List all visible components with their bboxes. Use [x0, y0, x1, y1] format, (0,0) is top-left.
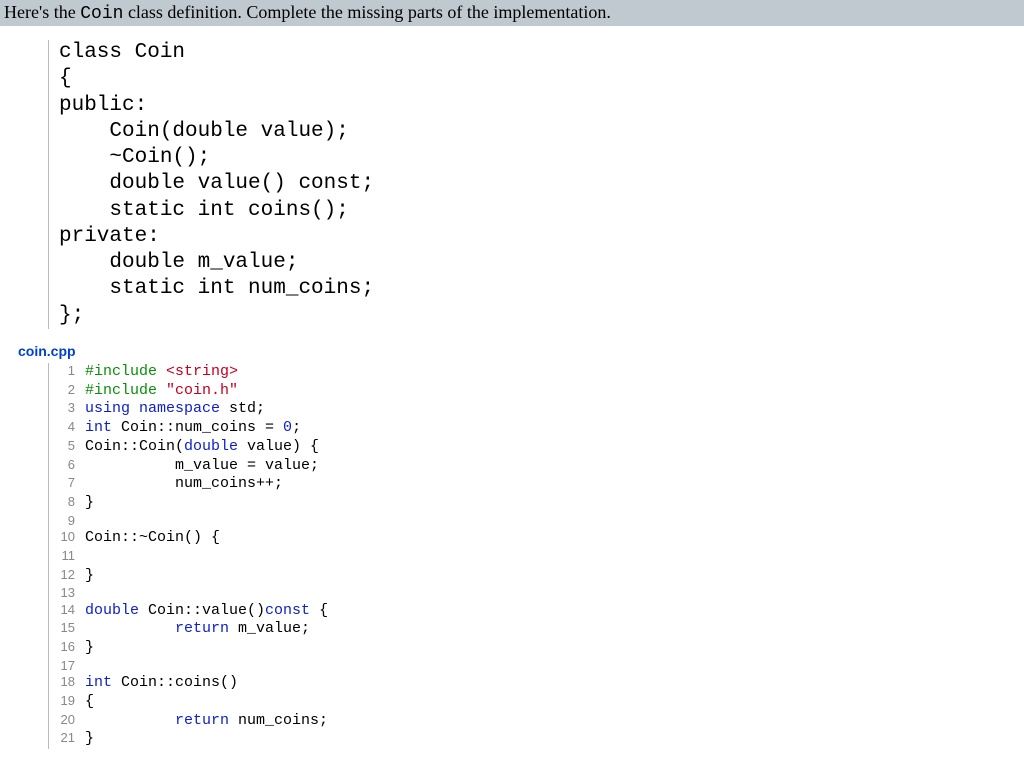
code-line[interactable]: 6 m_value = value;	[49, 457, 1024, 476]
line-number: 16	[49, 639, 85, 658]
line-number: 3	[49, 400, 85, 419]
code-line[interactable]: 11	[49, 548, 1024, 567]
code-line[interactable]: 7 num_coins++;	[49, 475, 1024, 494]
line-number: 18	[49, 674, 85, 693]
code-content[interactable]: #include "coin.h"	[85, 382, 238, 401]
line-number: 1	[49, 363, 85, 382]
code-line[interactable]: 1#include <string>	[49, 363, 1024, 382]
filename-label: coin.cpp	[18, 343, 1024, 359]
code-content[interactable]: num_coins++;	[85, 475, 283, 494]
line-number: 11	[49, 548, 85, 567]
code-line[interactable]: 18int Coin::coins()	[49, 674, 1024, 693]
code-editor[interactable]: 1#include <string>2#include "coin.h"3usi…	[48, 363, 1024, 749]
code-line[interactable]: 9	[49, 513, 1024, 529]
line-number: 5	[49, 438, 85, 457]
code-content[interactable]: m_value = value;	[85, 457, 319, 476]
code-content[interactable]: {	[85, 693, 94, 712]
code-content[interactable]: return m_value;	[85, 620, 310, 639]
code-line[interactable]: 12}	[49, 567, 1024, 586]
line-number: 6	[49, 457, 85, 476]
line-number: 9	[49, 513, 85, 529]
code-line[interactable]: 21}	[49, 730, 1024, 749]
code-line[interactable]: 19{	[49, 693, 1024, 712]
line-number: 12	[49, 567, 85, 586]
line-number: 2	[49, 382, 85, 401]
line-number: 20	[49, 712, 85, 731]
code-content[interactable]: }	[85, 567, 94, 586]
class-definition-block: class Coin { public: Coin(double value);…	[48, 40, 1024, 329]
code-content[interactable]: int Coin::coins()	[85, 674, 238, 693]
code-line[interactable]: 17	[49, 658, 1024, 674]
code-line[interactable]: 16}	[49, 639, 1024, 658]
code-content[interactable]: }	[85, 730, 94, 749]
line-number: 4	[49, 419, 85, 438]
code-line[interactable]: 5Coin::Coin(double value) {	[49, 438, 1024, 457]
code-content[interactable]: using namespace std;	[85, 400, 265, 419]
prompt-suffix: class definition. Complete the missing p…	[123, 2, 610, 22]
line-number: 8	[49, 494, 85, 513]
code-content[interactable]: return num_coins;	[85, 712, 328, 731]
line-number: 21	[49, 730, 85, 749]
line-number: 19	[49, 693, 85, 712]
code-line[interactable]: 15 return m_value;	[49, 620, 1024, 639]
code-content[interactable]: double Coin::value()const {	[85, 602, 328, 621]
code-line[interactable]: 4int Coin::num_coins = 0;	[49, 419, 1024, 438]
code-line[interactable]: 10Coin::~Coin() {	[49, 529, 1024, 548]
line-number: 13	[49, 585, 85, 601]
code-content[interactable]: }	[85, 639, 94, 658]
code-line[interactable]: 14double Coin::value()const {	[49, 602, 1024, 621]
line-number: 7	[49, 475, 85, 494]
code-content[interactable]: #include <string>	[85, 363, 238, 382]
code-content[interactable]: Coin::Coin(double value) {	[85, 438, 319, 457]
line-number: 10	[49, 529, 85, 548]
code-content[interactable]: }	[85, 494, 94, 513]
code-line[interactable]: 20 return num_coins;	[49, 712, 1024, 731]
line-number: 14	[49, 602, 85, 621]
code-line[interactable]: 13	[49, 585, 1024, 601]
code-content[interactable]: int Coin::num_coins = 0;	[85, 419, 301, 438]
code-line[interactable]: 2#include "coin.h"	[49, 382, 1024, 401]
question-prompt: Here's the Coin class definition. Comple…	[0, 0, 1024, 26]
prompt-classname: Coin	[80, 4, 123, 24]
code-content[interactable]: Coin::~Coin() {	[85, 529, 220, 548]
code-line[interactable]: 8}	[49, 494, 1024, 513]
prompt-prefix: Here's the	[4, 2, 80, 22]
code-line[interactable]: 3using namespace std;	[49, 400, 1024, 419]
code-content[interactable]	[85, 548, 112, 567]
line-number: 17	[49, 658, 85, 674]
line-number: 15	[49, 620, 85, 639]
